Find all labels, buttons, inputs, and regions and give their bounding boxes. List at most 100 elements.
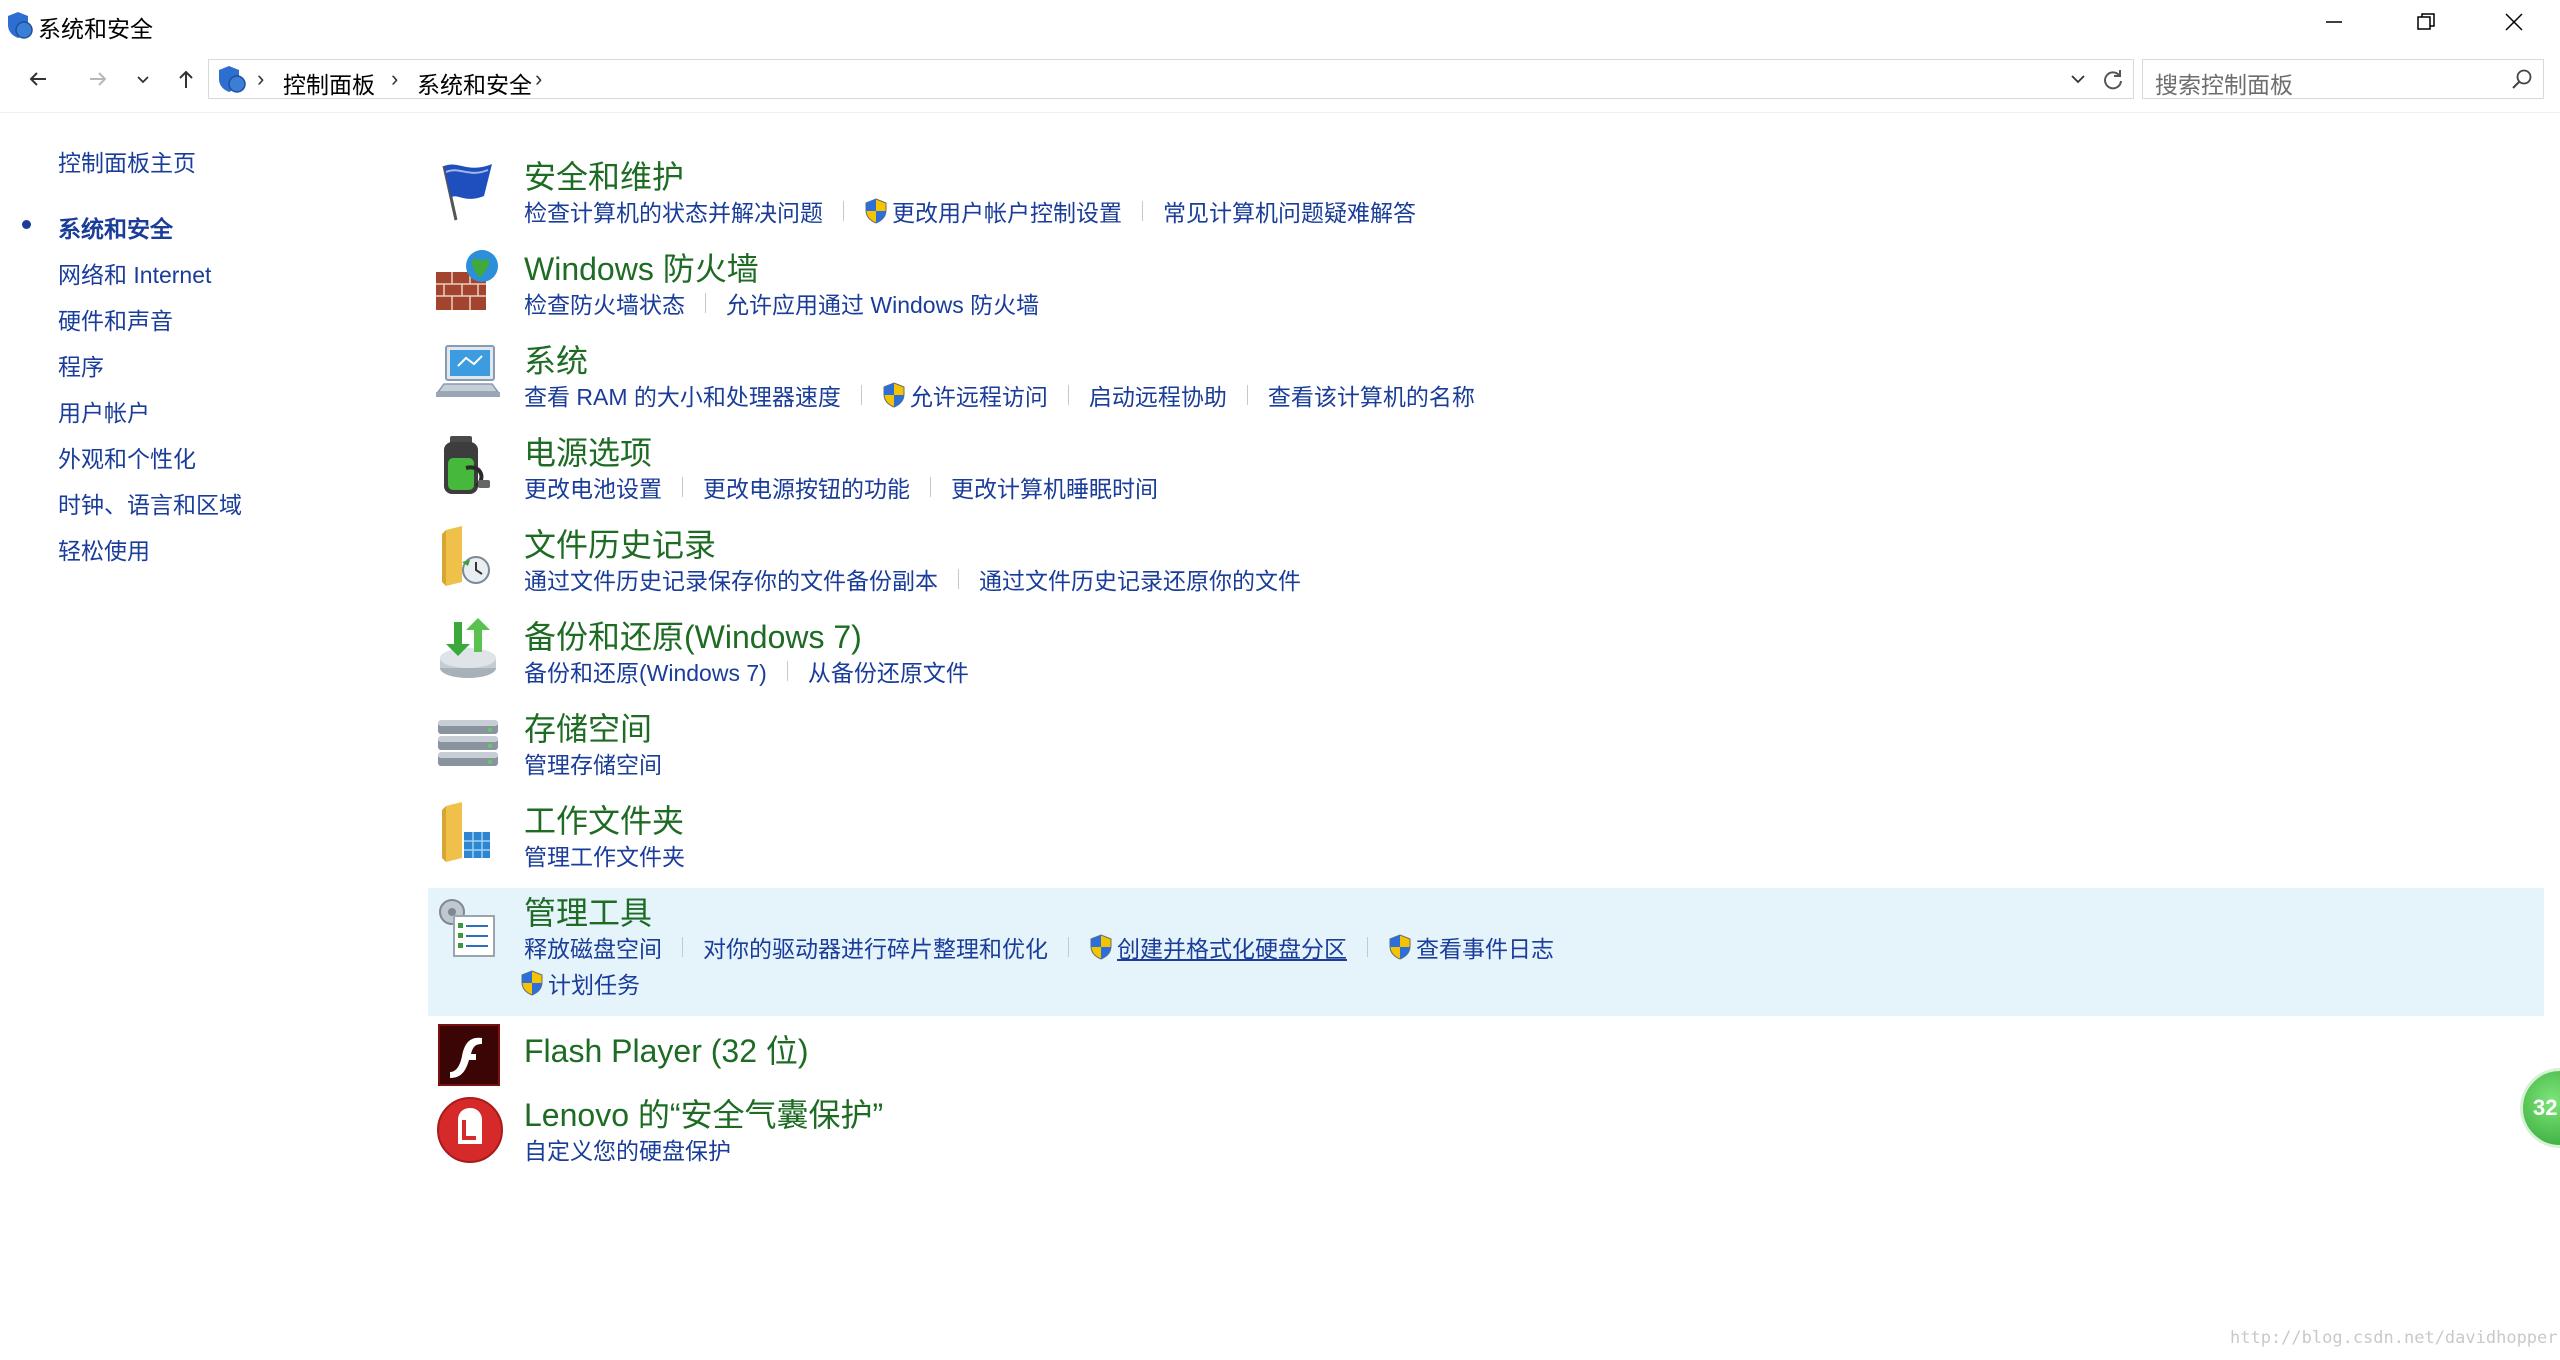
battery-icon [444,436,490,494]
breadcrumb-chevron-icon[interactable]: › [535,66,542,92]
uac-shield-icon [1389,934,1411,960]
link-label[interactable]: 查看事件日志 [1416,930,1554,964]
breadcrumb-control-panel[interactable]: 控制面板 [283,66,375,100]
link-restore-files[interactable]: 通过文件历史记录还原你的文件 [979,562,1301,596]
link-battery-settings[interactable]: 更改电池设置 [524,470,662,504]
badge-count: 32 [2533,1095,2558,1120]
divider [1067,385,1069,405]
category-title[interactable]: 存储空间 [524,704,652,750]
link-label[interactable]: 允许远程访问 [910,378,1048,412]
search-placeholder: 搜索控制面板 [2155,72,2293,98]
link-create-format-partition[interactable]: 创建并格式化硬盘分区 [1089,930,1347,964]
restore-button[interactable] [2380,0,2472,44]
link-defragment[interactable]: 对你的驱动器进行碎片整理和优化 [703,930,1048,964]
sidebar-item-system-security[interactable]: 系统和安全 [58,210,173,244]
link-manage-work-folders[interactable]: 管理工作文件夹 [524,838,685,872]
category-title[interactable]: 工作文件夹 [524,796,684,842]
sidebar-item-user-accounts[interactable]: 用户帐户 [58,394,150,428]
sidebar-item-hardware[interactable]: 硬件和声音 [58,302,173,336]
category-title[interactable]: Lenovo 的“安全气囊保护” [524,1090,883,1136]
divider [1142,201,1143,221]
chevron-down-icon [137,76,149,84]
breadcrumb-system-security[interactable]: 系统和安全 [417,66,532,100]
flag-icon [442,164,492,221]
category-admin-tools: 管理工具 释放磁盘空间 对你的驱动器进行碎片整理和优化 创建并格式化硬盘分区 查… [428,888,2544,1016]
breadcrumb-chevron-icon[interactable]: › [391,66,398,92]
link-allow-app-firewall[interactable]: 允许应用通过 Windows 防火墙 [726,286,1039,320]
category-lenovo-airbag: Lenovo 的“安全气囊保护” 自定义您的硬盘保护 [432,1092,2542,1172]
category-title[interactable]: Flash Player (32 位) [524,1026,809,1072]
category-title[interactable]: 文件历史记录 [524,520,716,566]
recent-locations-button[interactable] [128,60,158,98]
link-computer-name[interactable]: 查看该计算机的名称 [1268,378,1475,412]
back-arrow-icon [29,72,46,86]
close-icon [2505,13,2523,31]
storage-icon [438,720,498,766]
sidebar-item-appearance[interactable]: 外观和个性化 [58,440,196,474]
close-button[interactable] [2468,0,2560,44]
divider [930,477,931,497]
forward-button[interactable] [78,60,118,98]
category-title[interactable]: 电源选项 [524,428,652,474]
address-dropdown-icon[interactable] [2067,68,2089,90]
link-view-ram-cpu[interactable]: 查看 RAM 的大小和处理器速度 [524,378,841,412]
category-title[interactable]: 系统 [524,336,588,382]
sidebar-item-programs[interactable]: 程序 [58,348,104,382]
category-flash-player: Flash Player (32 位) [432,1024,2542,1088]
category-title[interactable]: 安全和维护 [524,152,684,198]
link-uac-settings[interactable]: 更改用户帐户控制设置 [864,194,1122,228]
category-security-maintenance: 安全和维护 检查计算机的状态并解决问题 更改用户帐户控制设置 常见计算机问题疑难… [432,152,2542,232]
category-work-folders: 工作文件夹 管理工作文件夹 [432,796,2542,876]
breadcrumb-chevron-icon[interactable]: › [257,66,264,92]
link-disk-cleanup[interactable]: 释放磁盘空间 [524,930,662,964]
category-file-history: 文件历史记录 通过文件历史记录保存你的文件备份副本 通过文件历史记录还原你的文件 [432,520,2542,600]
link-power-button[interactable]: 更改电源按钮的功能 [703,470,910,504]
control-panel-icon [219,66,246,93]
sidebar-item-ease-of-access[interactable]: 轻松使用 [58,532,150,566]
link-allow-remote-access[interactable]: 允许远程访问 [882,378,1048,412]
link-sleep-time[interactable]: 更改计算机睡眠时间 [951,470,1158,504]
link-label[interactable]: 创建并格式化硬盘分区 [1117,930,1347,964]
link-save-backup[interactable]: 通过文件历史记录保存你的文件备份副本 [524,562,938,596]
link-check-status[interactable]: 检查计算机的状态并解决问题 [524,194,823,228]
link-label[interactable]: 更改用户帐户控制设置 [892,194,1122,228]
minimize-icon [2326,21,2342,23]
forward-arrow-icon [90,72,107,86]
link-task-scheduler[interactable]: 计划任务 [520,966,640,1000]
flash-icon [438,1024,500,1086]
link-troubleshooting[interactable]: 常见计算机问题疑难解答 [1163,194,1416,228]
divider [843,201,844,221]
search-box[interactable]: 搜索控制面板 [2142,59,2544,99]
sidebar-item-network[interactable]: 网络和 Internet [58,256,211,290]
computer-icon [436,345,500,397]
divider [958,569,959,589]
minimize-button[interactable] [2288,0,2380,44]
watermark-text: http://blog.csdn.net/davidhopper [2230,1328,2558,1348]
category-title[interactable]: Windows 防火墙 [524,244,759,290]
address-bar[interactable]: › 控制面板 › 系统和安全 › [208,59,2134,99]
search-icon[interactable] [2509,67,2535,93]
link-event-logs[interactable]: 查看事件日志 [1388,930,1554,964]
up-button[interactable] [166,60,206,98]
back-button[interactable] [18,60,58,98]
category-title[interactable]: 备份和还原(Windows 7) [524,612,862,658]
lenovo-airbag-icon [437,1097,503,1163]
refresh-icon[interactable] [2099,66,2127,94]
sidebar-home-link[interactable]: 控制面板主页 [58,144,196,178]
window-title: 系统和安全 [38,16,153,42]
link-manage-storage[interactable]: 管理存储空间 [524,746,662,780]
divider [1068,937,1069,957]
backup-icon [440,618,496,678]
divider [705,293,706,313]
category-storage-spaces: 存储空间 管理存储空间 [432,704,2542,784]
link-backup-restore-win7[interactable]: 备份和还原(Windows 7) [524,654,767,688]
category-title[interactable]: 管理工具 [524,888,652,934]
restore-icon [2417,13,2435,30]
current-item-bullet [22,220,31,229]
link-firewall-status[interactable]: 检查防火墙状态 [524,286,685,320]
link-customize-disk-protection[interactable]: 自定义您的硬盘保护 [524,1132,731,1166]
sidebar-item-clock-region[interactable]: 时钟、语言和区域 [58,486,242,520]
link-restore-from-backup[interactable]: 从备份还原文件 [808,654,969,688]
link-remote-assistance[interactable]: 启动远程协助 [1089,378,1227,412]
link-label[interactable]: 计划任务 [548,966,640,1000]
